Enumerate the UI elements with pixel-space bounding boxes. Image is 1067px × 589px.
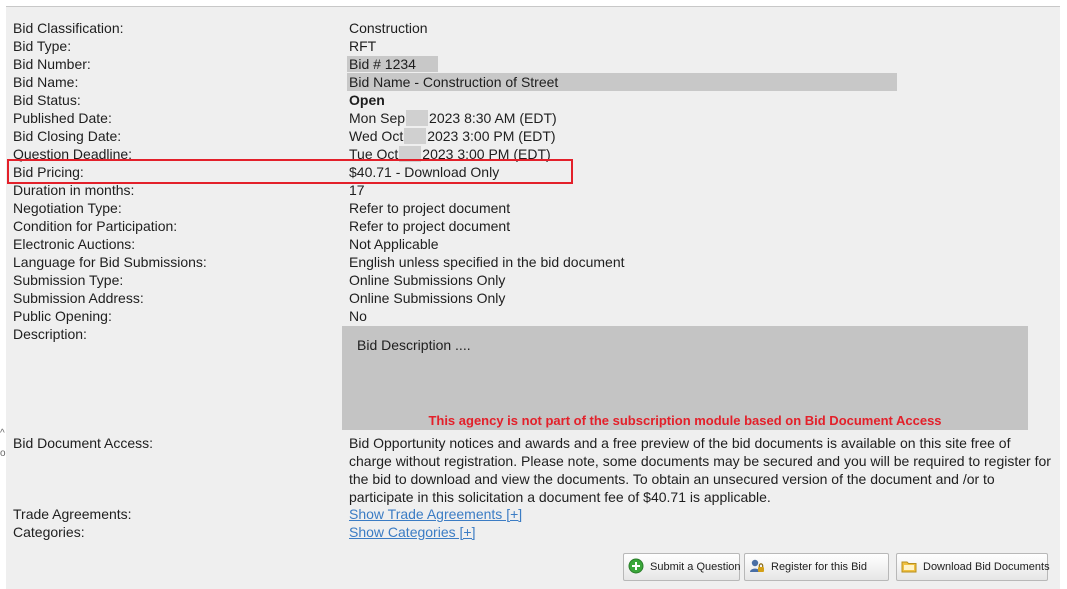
field-label: Electronic Auctions: <box>13 236 136 252</box>
field-bid-classification: Bid Classification: Construction <box>6 19 1060 37</box>
bid-number-value: Bid # 1234 <box>347 56 438 72</box>
description-text: Bid Description .... <box>357 337 471 353</box>
field-value: English unless specified in the bid docu… <box>349 254 625 270</box>
field-label: Bid Closing Date: <box>13 128 122 144</box>
field-label: Public Opening: <box>13 308 112 324</box>
redaction-block <box>406 110 429 126</box>
download-bid-documents-button[interactable]: Download Bid Documents <box>896 553 1050 581</box>
register-bid-button[interactable]: Register for this Bid <box>744 553 889 581</box>
date-suffix: 2023 3:00 PM (EDT) <box>427 128 556 144</box>
field-public-opening: Public Opening: No <box>6 307 1060 325</box>
folder-download-icon <box>901 558 917 574</box>
field-trade-agreements: Trade Agreements: Show Trade Agreements … <box>6 505 1060 523</box>
field-label: Published Date: <box>13 110 112 126</box>
field-value-wrap: Mon Sep 2023 8:30 AM (EDT) <box>349 109 557 127</box>
field-label: Submission Address: <box>13 290 144 306</box>
show-trade-agreements-link[interactable]: Show Trade Agreements [+] <box>349 505 522 523</box>
field-bid-closing-date: Bid Closing Date: Wed Oct 2023 3:00 PM (E… <box>6 127 1060 145</box>
field-label: Submission Type: <box>13 272 124 288</box>
field-value: No <box>349 308 367 324</box>
description-box: Bid Description .... This agency is not … <box>342 326 1028 430</box>
field-value: RFT <box>349 38 377 54</box>
field-value: Construction <box>349 20 428 36</box>
field-label: Categories: <box>13 524 85 540</box>
field-published-date: Published Date: Mon Sep 2023 8:30 AM (EDT… <box>6 109 1060 127</box>
show-categories-link[interactable]: Show Categories [+] <box>349 523 475 541</box>
date-prefix: Wed Oct <box>349 128 404 144</box>
left-edge-fragment: o <box>0 448 6 459</box>
field-label: Bid Number: <box>13 56 91 72</box>
redaction-block <box>404 128 427 144</box>
left-edge-fragment: ^ <box>0 428 5 439</box>
field-value: Not Applicable <box>349 236 439 252</box>
field-submission-type: Submission Type: Online Submissions Only <box>6 271 1060 289</box>
field-value: Online Submissions Only <box>349 290 506 306</box>
field-label: Bid Classification: <box>13 20 124 36</box>
field-condition-participation: Condition for Participation: Refer to pr… <box>6 217 1060 235</box>
subscription-warning: This agency is not part of the subscript… <box>428 413 942 428</box>
field-value: Refer to project document <box>349 218 511 234</box>
field-duration: Duration in months: 17 <box>6 181 1060 199</box>
field-value-wrap: Bid Name - Construction of Street <box>347 73 897 91</box>
field-bid-name: Bid Name: Bid Name - Construction of Str… <box>6 73 1060 91</box>
register-bid-label: Register for this Bid <box>771 561 867 573</box>
field-submission-address: Submission Address: Online Submissions O… <box>6 289 1060 307</box>
field-label: Duration in months: <box>13 182 135 198</box>
field-label: Condition for Participation: <box>13 218 178 234</box>
field-label: Bid Document Access: <box>13 435 154 451</box>
bid-name-value: Bid Name - Construction of Street <box>347 73 897 91</box>
field-label: Description: <box>13 326 87 342</box>
field-label: Language for Bid Submissions: <box>13 254 207 270</box>
field-negotiation-type: Negotiation Type: Refer to project docum… <box>6 199 1060 217</box>
field-language: Language for Bid Submissions: English un… <box>6 253 1060 271</box>
date-suffix: 2023 8:30 AM (EDT) <box>429 110 557 126</box>
bid-status-value: Open <box>349 92 385 108</box>
date-prefix: Mon Sep <box>349 110 406 126</box>
field-value: Refer to project document <box>349 200 511 216</box>
field-bid-type: Bid Type: RFT <box>6 37 1060 55</box>
field-bid-number: Bid Number: Bid # 1234 <box>6 55 1060 73</box>
field-label: Trade Agreements: <box>13 506 132 522</box>
bid-document-access-text: Bid Opportunity notices and awards and a… <box>349 435 1051 505</box>
field-electronic-auctions: Electronic Auctions: Not Applicable <box>6 235 1060 253</box>
field-value-wrap: Wed Oct 2023 3:00 PM (EDT) <box>349 127 556 145</box>
submit-question-label: Submit a Question <box>650 561 741 573</box>
field-label: Negotiation Type: <box>13 200 122 216</box>
download-bid-documents-label: Download Bid Documents <box>923 561 1050 573</box>
bid-details-panel: Bid Classification: Construction Bid Typ… <box>6 6 1060 589</box>
field-value: Online Submissions Only <box>349 272 506 288</box>
field-value: 17 <box>349 182 365 198</box>
field-categories: Categories: Show Categories [+] <box>6 523 1060 541</box>
field-value-wrap: Bid # 1234 <box>347 55 438 73</box>
submit-question-button[interactable]: Submit a Question <box>623 553 741 581</box>
plus-circle-icon <box>628 558 644 574</box>
field-bid-status: Bid Status: Open <box>6 91 1060 109</box>
field-label: Bid Status: <box>13 92 81 108</box>
field-label: Bid Name: <box>13 74 79 90</box>
field-label: Bid Type: <box>13 38 72 54</box>
user-lock-icon <box>749 558 765 574</box>
